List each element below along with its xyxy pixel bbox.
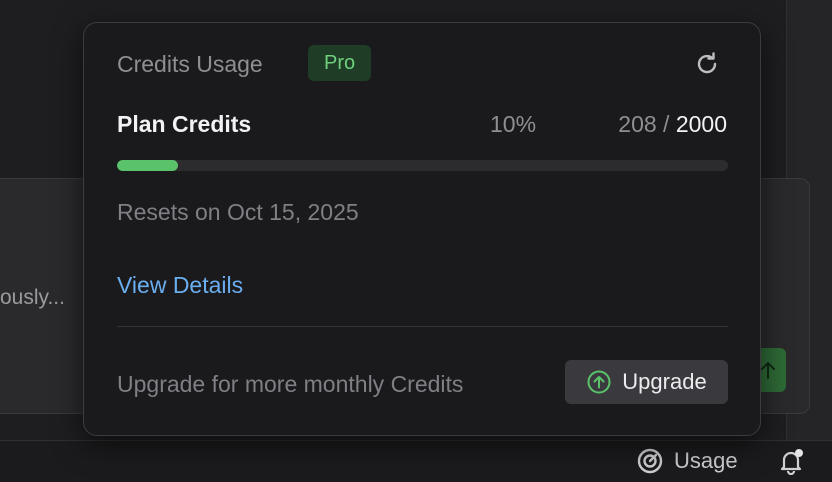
app-window: ously... Usage Credits Usage Pro Plan Cr… — [0, 0, 832, 482]
divider — [117, 326, 728, 327]
usage-percent: 10% — [490, 111, 537, 137]
upgrade-button[interactable]: Upgrade — [565, 360, 728, 404]
notifications-button[interactable] — [776, 446, 806, 476]
plan-credits-label: Plan Credits — [117, 111, 252, 137]
gauge-icon — [637, 448, 663, 474]
credits-progress-fill — [117, 160, 179, 171]
refresh-icon — [697, 52, 717, 74]
bell-icon — [780, 449, 803, 475]
view-details-link[interactable]: View Details — [117, 272, 243, 299]
plan-badge: Pro — [308, 45, 372, 81]
credits-separator: / — [663, 111, 670, 137]
credits-progress-bar — [117, 160, 728, 171]
credits-used: 208 — [618, 111, 657, 137]
credits-total: 2000 — [675, 111, 727, 137]
upgrade-prompt-text: Upgrade for more monthly Credits — [117, 371, 464, 397]
usage-status-item[interactable]: Usage — [636, 446, 738, 476]
credit-count: 208 / 2000 — [618, 111, 727, 138]
arrow-up-circle-icon — [587, 370, 611, 394]
upgrade-button-label: Upgrade — [622, 369, 707, 394]
arrow-up-icon — [761, 362, 775, 379]
credits-usage-popover: Credits Usage Pro Plan Credits 10% 208 /… — [83, 22, 761, 436]
refresh-button[interactable] — [692, 49, 722, 79]
reset-date-text: Resets on Oct 15, 2025 — [117, 199, 359, 225]
chat-placeholder-text: ously... — [0, 286, 65, 309]
popover-title: Credits Usage — [117, 51, 263, 77]
usage-label: Usage — [674, 448, 738, 473]
